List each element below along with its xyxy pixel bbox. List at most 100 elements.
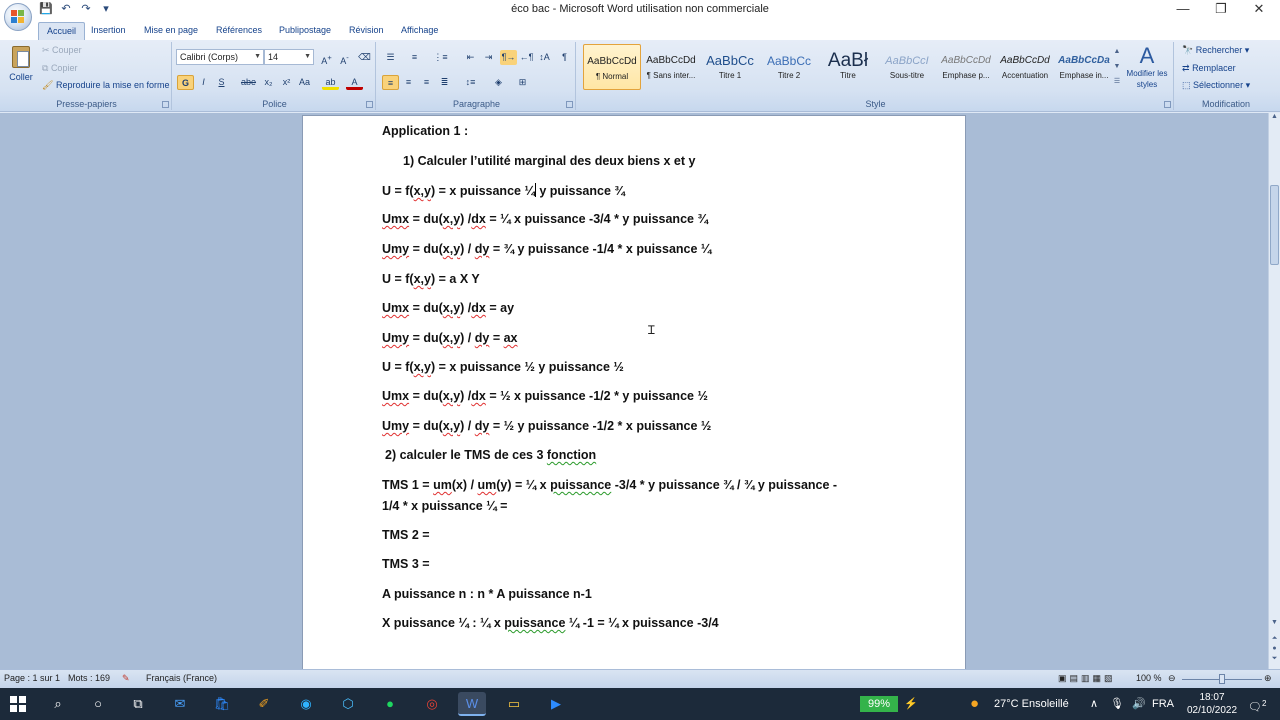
store-icon[interactable]: 🛍 [208,692,236,716]
find-button[interactable]: 🔭 Rechercher ▾ [1182,45,1249,56]
cut-button[interactable]: ✂ Couper [42,45,82,56]
minimize-button[interactable]: — [1164,0,1202,20]
italic-icon[interactable]: I [195,75,212,90]
show-marks-icon[interactable]: ¶ [556,50,573,65]
scroll-up-icon[interactable]: ▲ [1269,113,1280,125]
vertical-scrollbar[interactable]: ▲ ▼ ⏶ ● ⏷ [1268,113,1280,669]
bold-icon[interactable]: G [177,75,194,90]
clock[interactable]: 18:07 02/10/2022 [1186,691,1238,717]
office-button[interactable] [4,3,32,31]
decrease-indent-icon[interactable]: ⇤ [462,50,479,65]
bullets-icon[interactable]: ☰ [382,50,399,65]
font-color-icon[interactable]: A [346,75,363,90]
font-dialog-launcher[interactable] [366,101,373,108]
view-buttons[interactable]: ▣▤▥▦▧ [1058,673,1116,684]
style-normal[interactable]: AaBbCcDd ¶ Normal [583,44,641,90]
next-page-icon[interactable]: ⏷ [1269,655,1280,667]
select-button[interactable]: ⬚ Sélectionner ▾ [1182,80,1250,91]
zoom-out-icon[interactable]: ⊖ [1168,673,1176,684]
close-button[interactable]: ✕ [1240,0,1278,20]
spotify-icon[interactable]: ● [376,692,404,716]
underline-icon[interactable]: S [213,75,230,90]
folder-icon[interactable]: ▭ [500,692,528,716]
battery-indicator[interactable]: 99% [860,696,898,712]
task-view-icon[interactable]: ⧉ [124,692,152,716]
style-titre-1[interactable]: AaBbCc Titre 1 [701,44,759,90]
change-styles-button[interactable]: A Modifier les styles [1124,44,1170,100]
tab-references[interactable]: Références [208,22,270,40]
numbering-icon[interactable]: ≡ [406,50,423,65]
font-size-combo[interactable]: 14 ▼ [264,49,314,65]
multilevel-list-icon[interactable]: ⋮≡ [432,50,449,65]
strikethrough-icon[interactable]: abe [240,75,257,90]
borders-icon[interactable]: ⊞ [514,75,531,90]
align-right-icon[interactable]: ≡ [418,75,435,90]
align-center-icon[interactable]: ≡ [400,75,417,90]
mail-icon[interactable]: ✉ [166,692,194,716]
styles-dialog-launcher[interactable] [1164,101,1171,108]
tab-publipostage[interactable]: Publipostage [271,22,339,40]
notification-icon[interactable]: 🗨2 [1248,688,1266,720]
style-titre-2[interactable]: AaBbCc Titre 2 [760,44,818,90]
replace-button[interactable]: ⇄ Remplacer [1182,63,1236,74]
cortana-icon[interactable]: ○ [84,692,112,716]
clipboard-dialog-launcher[interactable] [162,101,169,108]
justify-icon[interactable]: ≣ [436,75,453,90]
proofing-icon[interactable]: ✎ [122,673,130,684]
style-accentuation[interactable]: AaBbCcDd Accentuation [996,44,1054,90]
style-sans-interligne[interactable]: AaBbCcDd ¶ Sans inter... [642,44,700,90]
increase-indent-icon[interactable]: ⇥ [480,50,497,65]
gallery-scroll[interactable]: ▲ ▼ ☰ [1112,44,1122,92]
search-icon[interactable]: ⌕ [44,692,72,716]
chevron-up-icon[interactable]: ∧ [1090,688,1098,720]
copy-button[interactable]: ⧉ Copier [42,63,77,74]
word-icon[interactable]: W [458,692,486,716]
document-page[interactable]: Application 1 : 1) Calculer l’utilité ma… [302,115,966,669]
speaker-icon[interactable]: 🔊 [1132,688,1146,720]
windows-start-icon[interactable] [4,692,32,716]
zoom-level[interactable]: 100 % [1136,673,1162,683]
mic-icon[interactable]: 🎙 [1110,688,1124,720]
shading-icon[interactable]: ◈ [490,75,507,90]
sort-icon[interactable]: ↕A [536,50,553,65]
edge-icon[interactable]: ◉ [292,692,320,716]
style-emphase-intense[interactable]: AaBbCcDa Emphase in... [1055,44,1113,90]
zoom-in-icon[interactable]: ⊕ [1264,673,1272,684]
weather[interactable]: 27°C Ensoleillé [994,688,1069,720]
ltr-icon[interactable]: ¶→ [500,50,517,65]
rtl-icon[interactable]: ←¶ [518,50,535,65]
tab-affichage[interactable]: Affichage [393,22,446,40]
highlight-icon[interactable]: ab [322,75,339,90]
scroll-down-icon[interactable]: ▼ [1269,619,1280,631]
font-name-combo[interactable]: Calibri (Corps) ▼ [176,49,264,65]
change-case-icon[interactable]: Aa [296,75,313,90]
align-left-icon[interactable]: ≡ [382,75,399,90]
style-sous-titre[interactable]: AaBbCcI Sous-titre [878,44,936,90]
style-titre[interactable]: AaBł Titre [819,44,877,90]
scroll-thumb[interactable] [1270,185,1279,265]
word-count[interactable]: Mots : 169 [68,673,110,683]
zoom-slider-thumb[interactable] [1219,674,1225,684]
tab-insertion[interactable]: Insertion [83,22,134,40]
app2-icon[interactable]: ⬡ [334,692,362,716]
language-indicator[interactable]: FRA [1152,688,1174,720]
subscript-icon[interactable]: x₂ [260,75,277,90]
line-spacing-icon[interactable]: ↕≡ [462,75,479,90]
superscript-icon[interactable]: x² [278,75,295,90]
maximize-button[interactable]: ❐ [1202,0,1240,20]
tab-accueil[interactable]: Accueil [38,22,86,40]
paste-button[interactable]: Coller [6,44,36,94]
clear-format-icon[interactable]: ⌫ [356,50,373,65]
shrink-font-icon[interactable]: A- [336,50,353,66]
paragraph-dialog-launcher[interactable] [566,101,573,108]
grow-font-icon[interactable]: A+ [318,50,335,66]
style-emphase-pale[interactable]: AaBbCcDd Emphase p... [937,44,995,90]
chrome-icon[interactable]: ◎ [418,692,446,716]
app-icon[interactable]: ✐ [250,692,278,716]
page-count[interactable]: Page : 1 sur 1 [4,673,60,683]
tab-mise-en-page[interactable]: Mise en page [136,22,206,40]
tab-revision[interactable]: Révision [341,22,392,40]
zoom-app-icon[interactable]: ▶ [542,692,570,716]
format-painter-button[interactable]: 🖌 Reproduire la mise en forme [42,80,170,91]
language[interactable]: Français (France) [146,673,217,683]
